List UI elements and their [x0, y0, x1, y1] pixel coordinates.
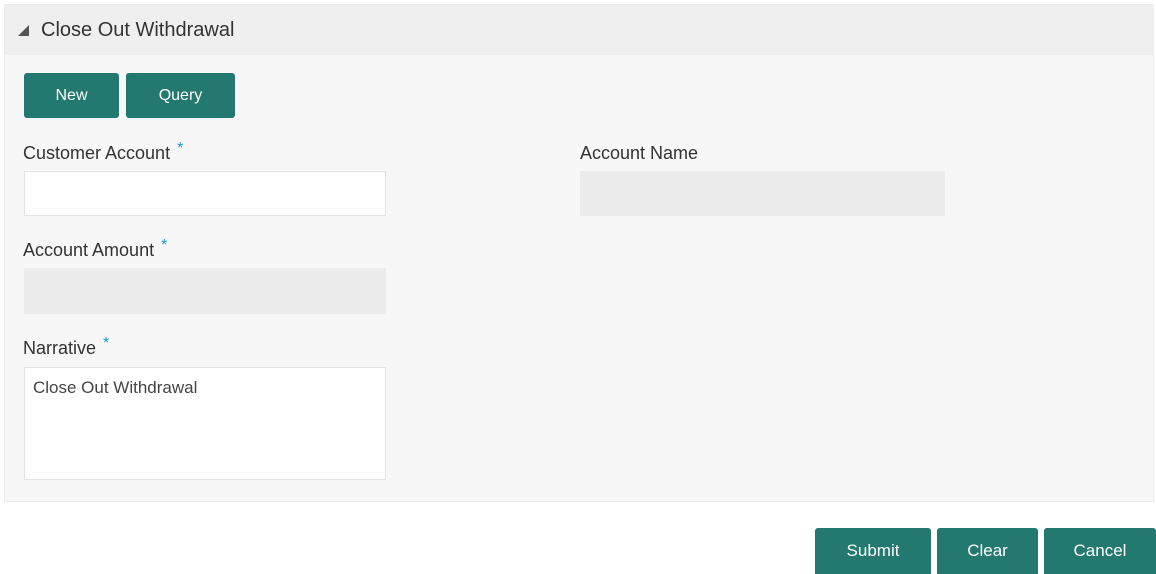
- collapse-triangle-icon[interactable]: [18, 25, 29, 36]
- customer-account-label: Customer Account *: [23, 140, 184, 164]
- clear-button[interactable]: Clear: [937, 528, 1038, 574]
- narrative-textarea[interactable]: Close Out Withdrawal: [24, 367, 386, 480]
- customer-account-input[interactable]: [24, 171, 386, 216]
- narrative-label-text: Narrative: [23, 338, 97, 358]
- customer-account-label-text: Customer Account: [23, 143, 171, 163]
- narrative-label: Narrative *: [23, 335, 110, 359]
- account-amount-label: Account Amount *: [23, 237, 168, 261]
- panel-title: Close Out Withdrawal: [41, 18, 235, 41]
- required-mark: *: [177, 140, 184, 157]
- account-amount-label-text: Account Amount: [23, 240, 155, 260]
- account-name-label: Account Name: [580, 143, 698, 164]
- query-button[interactable]: Query: [126, 73, 235, 118]
- cancel-button[interactable]: Cancel: [1044, 528, 1156, 574]
- account-name-field: [580, 171, 945, 216]
- required-mark: *: [161, 237, 168, 254]
- account-amount-field: [24, 268, 386, 314]
- submit-button[interactable]: Submit: [815, 528, 931, 574]
- new-button[interactable]: New: [24, 73, 119, 118]
- account-name-label-text: Account Name: [580, 143, 699, 163]
- close-out-withdrawal-panel: Close Out Withdrawal New Query Customer …: [4, 4, 1154, 502]
- panel-header[interactable]: Close Out Withdrawal: [5, 5, 1153, 55]
- required-mark: *: [103, 335, 110, 352]
